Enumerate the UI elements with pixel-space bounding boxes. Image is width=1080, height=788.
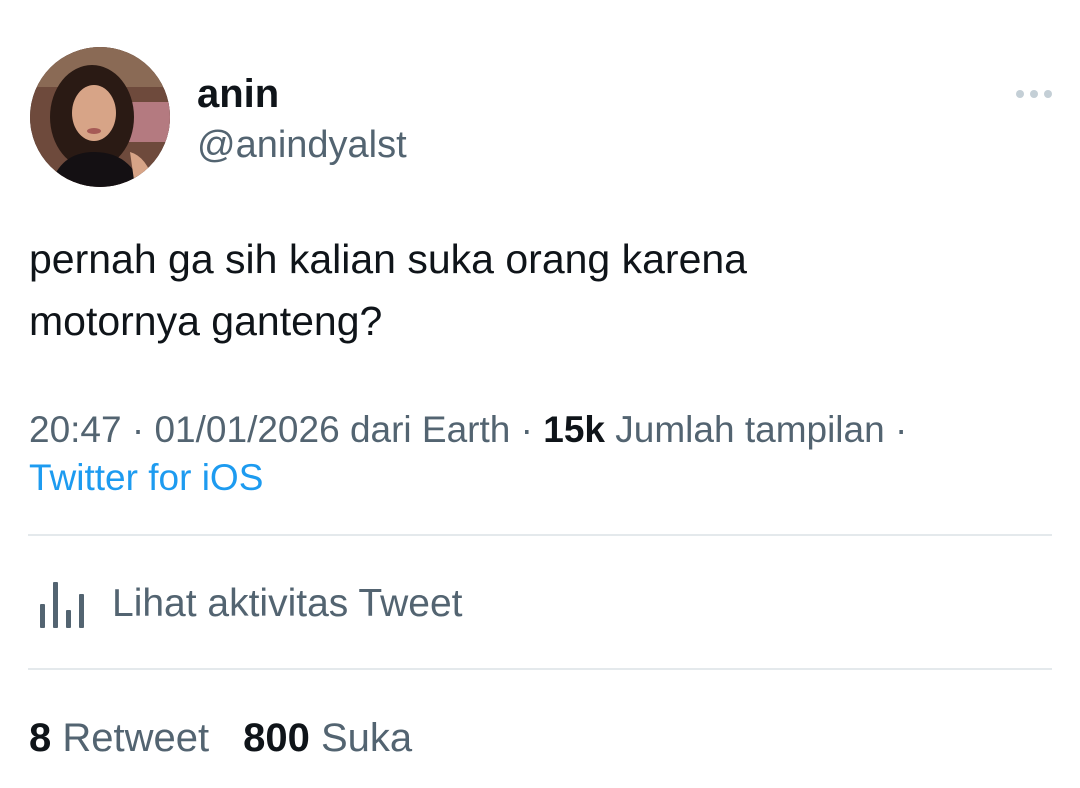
views-count: 15k <box>543 409 605 450</box>
tweet-text-line: pernah ga sih kalian suka orang karena <box>29 236 747 282</box>
more-horizontal-icon <box>1016 90 1052 98</box>
likes-count: 800 <box>243 716 310 760</box>
likes-label: Suka <box>321 716 413 760</box>
separator: · <box>520 409 533 450</box>
divider <box>28 668 1052 670</box>
retweets-count: 8 <box>29 716 52 760</box>
separator: · <box>894 409 908 450</box>
profile-photo <box>30 47 170 187</box>
likes-stat[interactable]: 800 Suka <box>243 716 412 760</box>
retweets-label: Retweet <box>62 716 210 760</box>
separator: · <box>131 409 145 450</box>
tweet-meta: 20:47 · 01/01/2026 dari Earth · 15k Juml… <box>29 406 1049 502</box>
analytics-bar-icon <box>40 582 84 628</box>
tweet-stats: 8 Retweet 800 Suka <box>29 712 412 764</box>
views-label: Jumlah tampilan <box>615 409 885 450</box>
tweet-text-line: motornya ganteng? <box>29 298 383 344</box>
tweet-source-link[interactable]: Twitter for iOS <box>29 457 263 498</box>
tweet-text: pernah ga sih kalian suka orang karena m… <box>29 228 1029 352</box>
avatar[interactable] <box>30 47 170 187</box>
tweet-date[interactable]: 01/01/2026 <box>154 409 339 450</box>
divider <box>28 534 1052 536</box>
more-options-button[interactable] <box>1012 84 1056 104</box>
tweet-location: dari Earth <box>349 409 511 450</box>
retweets-stat[interactable]: 8 Retweet <box>29 716 209 760</box>
tweet-time[interactable]: 20:47 <box>29 409 122 450</box>
display-name[interactable]: anin <box>197 70 279 118</box>
view-tweet-activity-label: Lihat aktivitas Tweet <box>112 582 463 625</box>
user-handle[interactable]: @anindyalst <box>197 122 407 168</box>
view-tweet-activity-button[interactable]: Lihat aktivitas Tweet <box>36 574 462 634</box>
